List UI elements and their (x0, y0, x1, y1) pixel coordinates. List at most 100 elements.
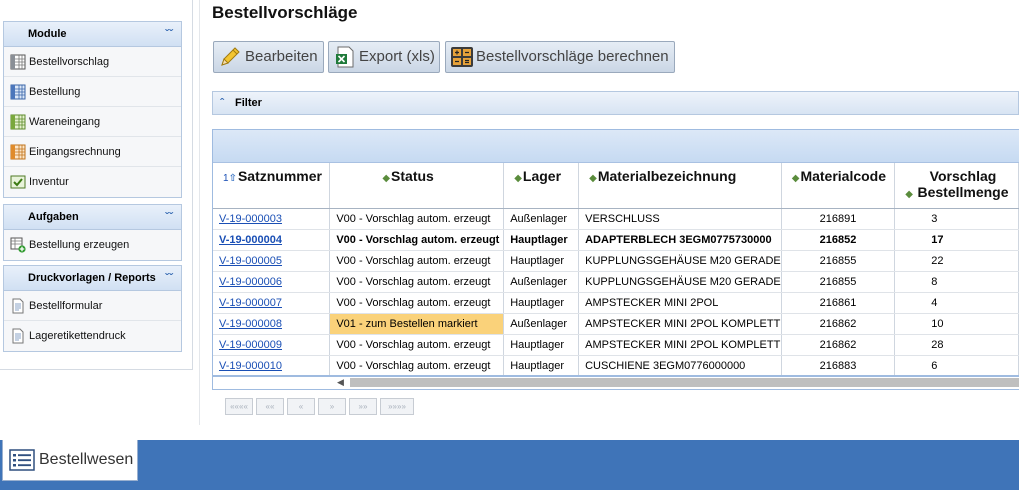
table-row[interactable]: V-19-000007 V00 - Vorschlag autom. erzeu… (213, 292, 1019, 314)
table-row[interactable]: V-19-000005 V00 - Vorschlag autom. erzeu… (213, 250, 1019, 272)
first-page-button[interactable]: «««« (225, 398, 253, 415)
collapse-chevron-icon[interactable]: ˇˇ (165, 266, 173, 291)
row-status: V00 - Vorschlag autom. erzeugt (329, 229, 505, 251)
sidebar-item-label: Inventur (29, 176, 69, 188)
table-row[interactable]: V-19-000010 V00 - Vorschlag autom. erzeu… (213, 355, 1019, 377)
export-xls-button[interactable]: Export (xls) (328, 41, 440, 73)
taskbar-tab-bestellwesen[interactable]: Bestellwesen (2, 440, 138, 481)
column-header-satznummer[interactable]: 1⇧Satznummer (213, 163, 331, 209)
filter-panel-header[interactable]: ˆ Filter (212, 91, 1019, 115)
aufgaben-panel: Aufgaben ˇˇ Bestellung erzeugen (3, 204, 182, 261)
row-qty: 8 (894, 271, 1019, 293)
sidebar-item-inventur[interactable]: Inventur (4, 167, 181, 197)
next-pages-button[interactable]: »» (349, 398, 377, 415)
row-lager: Außenlager (503, 208, 580, 230)
scrollbar-thumb[interactable] (350, 378, 1019, 387)
main-divider (199, 0, 200, 425)
table-row[interactable]: V-19-000006 V00 - Vorschlag autom. erzeu… (213, 271, 1019, 293)
column-header-status[interactable]: ◆Status (329, 163, 505, 209)
column-label: Materialcode (800, 168, 887, 184)
row-qty: 28 (894, 334, 1019, 356)
row-status: V00 - Vorschlag autom. erzeugt (329, 208, 505, 230)
row-id-link[interactable]: V-19-000007 (213, 292, 331, 314)
sidebar-item-bestellvorschlag[interactable]: Bestellvorschlag (4, 47, 181, 77)
aufgaben-panel-title: Aufgaben (28, 211, 79, 223)
table-header-row: 1⇧Satznummer ◆Status ◆Lager ◆Materialbez… (213, 163, 1019, 209)
sidebar-item-label: Bestellvorschlag (29, 56, 110, 68)
row-material: ADAPTERBLECH 3EGM0775730000 (578, 229, 782, 251)
row-material: KUPPLUNGSGEHÄUSE M20 GERADE (578, 271, 782, 293)
grid-table-icon (10, 114, 26, 130)
list-icon (9, 449, 35, 471)
column-header-materialbezeichnung[interactable]: ◆Materialbezeichnung (578, 163, 782, 209)
expand-chevron-icon[interactable]: ˆ (220, 92, 224, 114)
row-material: CUSCHIENE 3EGM0776000000 (578, 355, 782, 377)
sidebar-item-label: Wareneingang (29, 116, 101, 128)
sort-order-indicator: 1 (223, 173, 229, 184)
sort-ascending-icon: ⇧ (228, 173, 237, 184)
calculate-button-label: Bestellvorschläge berechnen (476, 48, 669, 65)
export-button-label: Export (xls) (359, 48, 435, 65)
row-id-link[interactable]: V-19-000004 (213, 229, 331, 251)
table-row[interactable]: V-19-000009 V00 - Vorschlag autom. erzeu… (213, 334, 1019, 356)
scroll-left-icon[interactable]: ◀ (337, 377, 344, 388)
prev-pages-button[interactable]: «« (256, 398, 284, 415)
module-panel-header[interactable]: Module ˇˇ (4, 22, 181, 47)
sort-icon: ◆ (905, 189, 913, 200)
prev-page-button[interactable]: « (287, 398, 315, 415)
reports-panel-header[interactable]: Druckvorlagen / Reports ˇˇ (4, 266, 181, 291)
sidebar-item-lageretikettendruck[interactable]: Lageretikettendruck (4, 321, 181, 351)
column-header-lager[interactable]: ◆Lager (503, 163, 580, 209)
sidebar-item-bestellung[interactable]: Bestellung (4, 77, 181, 107)
sidebar-item-label: Bestellung erzeugen (29, 239, 130, 251)
row-material: VERSCHLUSS (578, 208, 782, 230)
edit-button-label: Bearbeiten (245, 48, 318, 65)
row-lager: Außenlager (503, 313, 580, 335)
sort-icon: ◆ (514, 173, 522, 184)
column-label: Materialbezeichnung (597, 168, 737, 184)
reports-panel-title: Druckvorlagen / Reports (28, 272, 156, 284)
sidebar-item-bestellformular[interactable]: Bestellformular (4, 291, 181, 321)
column-header-materialcode[interactable]: ◆Materialcode (781, 163, 896, 209)
collapse-chevron-icon[interactable]: ˇˇ (165, 205, 173, 230)
table-row[interactable]: V-19-000008 V01 - zum Bestellen markiert… (213, 313, 1019, 335)
calculate-suggestions-button[interactable]: Bestellvorschläge berechnen (445, 41, 675, 73)
row-lager: Außenlager (503, 271, 580, 293)
suggestions-grid: 1⇧Satznummer ◆Status ◆Lager ◆Materialbez… (212, 129, 1019, 390)
row-code: 216855 (781, 250, 896, 272)
row-id-link[interactable]: V-19-000008 (213, 313, 331, 335)
row-qty: 6 (894, 355, 1019, 377)
column-label: Lager (522, 168, 562, 184)
row-status-highlighted: V01 - zum Bestellen markiert (329, 313, 505, 335)
aufgaben-panel-header[interactable]: Aufgaben ˇˇ (4, 205, 181, 230)
last-page-button[interactable]: »»»» (380, 398, 414, 415)
sidebar-item-wareneingang[interactable]: Wareneingang (4, 107, 181, 137)
sidebar-item-bestellung-erzeugen[interactable]: Bestellung erzeugen (4, 230, 181, 260)
row-code: 216891 (781, 208, 896, 230)
reports-panel: Druckvorlagen / Reports ˇˇ Bestellformul… (3, 265, 182, 352)
sidebar-item-eingangsrechnung[interactable]: Eingangsrechnung (4, 137, 181, 167)
filter-label: Filter (235, 97, 262, 109)
row-id-link[interactable]: V-19-000009 (213, 334, 331, 356)
row-lager: Hauptlager (503, 250, 580, 272)
row-status: V00 - Vorschlag autom. erzeugt (329, 271, 505, 293)
horizontal-scrollbar[interactable]: ◀ (213, 375, 1019, 389)
table-row[interactable]: V-19-000003 V00 - Vorschlag autom. erzeu… (213, 208, 1019, 230)
edit-button[interactable]: Bearbeiten (213, 41, 324, 73)
collapse-chevron-icon[interactable]: ˇˇ (165, 22, 173, 47)
document-icon (12, 328, 24, 344)
row-id-link[interactable]: V-19-000003 (213, 208, 331, 230)
row-lager: Hauptlager (503, 355, 580, 377)
row-code: 216862 (781, 313, 896, 335)
calculator-icon (451, 47, 473, 67)
sort-icon: ◆ (791, 173, 800, 184)
next-page-button[interactable]: » (318, 398, 346, 415)
row-material: KUPPLUNGSGEHÄUSE M20 GERADE (578, 250, 782, 272)
table-row-selected[interactable]: V-19-000004 V00 - Vorschlag autom. erzeu… (213, 229, 1019, 251)
row-id-link[interactable]: V-19-000005 (213, 250, 331, 272)
column-header-vorschlag-bestellmenge[interactable]: ◆ Vorschlag Bestellmenge (894, 163, 1019, 209)
row-id-link[interactable]: V-19-000006 (213, 271, 331, 293)
grid-toolbar (213, 130, 1019, 163)
row-id-link[interactable]: V-19-000010 (213, 355, 331, 377)
sidebar-item-label: Eingangsrechnung (29, 146, 121, 158)
